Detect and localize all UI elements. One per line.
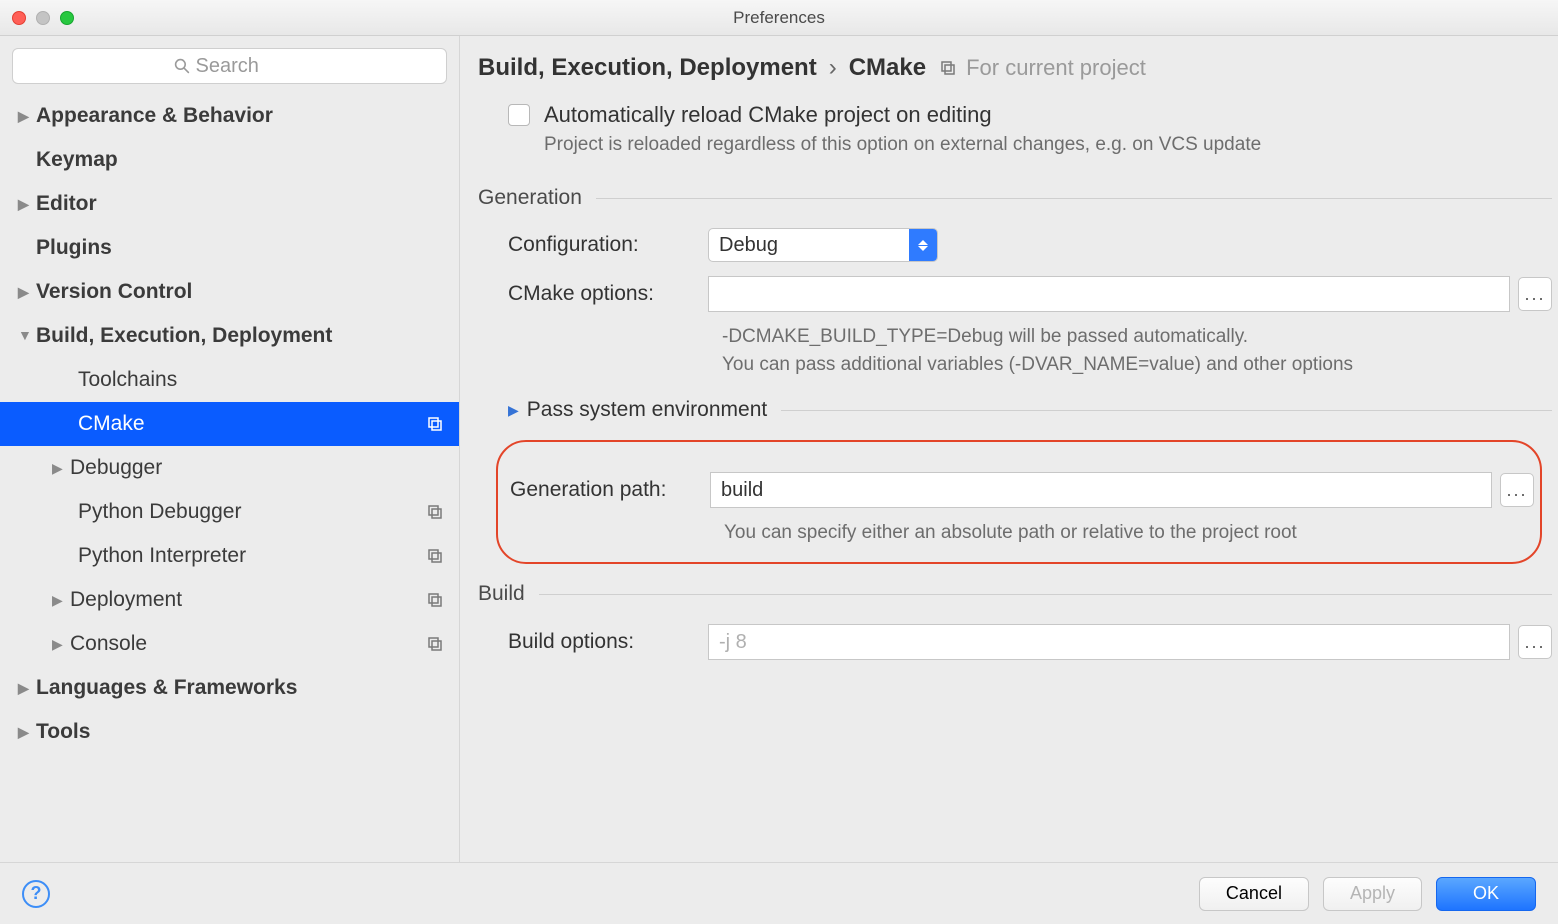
generation-path-label: Generation path: xyxy=(510,478,710,502)
cmake-options-label: CMake options: xyxy=(508,282,708,306)
auto-reload-checkbox[interactable] xyxy=(508,104,530,126)
generation-path-input[interactable] xyxy=(710,472,1492,508)
sidebar-item-label: CMake xyxy=(78,412,425,436)
pass-env-section[interactable]: ▶ Pass system environment xyxy=(478,398,1552,422)
sidebar-item-label: Tools xyxy=(36,720,445,744)
updown-icon xyxy=(909,229,937,261)
project-scope-icon xyxy=(425,590,445,610)
generation-path-highlight: Generation path: ... You can specify eit… xyxy=(496,440,1542,564)
apply-button[interactable]: Apply xyxy=(1323,877,1422,911)
sidebar-item-python-debugger[interactable]: Python Debugger xyxy=(0,490,459,534)
sidebar-item-label: Keymap xyxy=(36,148,445,172)
cmake-options-expand-button[interactable]: ... xyxy=(1518,277,1552,311)
sidebar-item-label: Console xyxy=(70,632,425,656)
sidebar-item-toolchains[interactable]: Toolchains xyxy=(0,358,459,402)
sidebar-item-label: Toolchains xyxy=(78,368,445,392)
configuration-select[interactable]: Debug xyxy=(708,228,938,262)
search-field[interactable] xyxy=(196,55,286,78)
project-scope-icon xyxy=(425,634,445,654)
sidebar: ▶Appearance & Behavior Keymap ▶Editor Pl… xyxy=(0,36,460,862)
sidebar-item-label: Appearance & Behavior xyxy=(36,104,445,128)
sidebar-item-label: Build, Execution, Deployment xyxy=(36,324,445,348)
build-options-input[interactable] xyxy=(708,624,1510,660)
sidebar-item-appearance[interactable]: ▶Appearance & Behavior xyxy=(0,94,459,138)
breadcrumb-current: CMake xyxy=(849,54,926,82)
build-options-label: Build options: xyxy=(508,630,708,654)
sidebar-item-label: Python Interpreter xyxy=(78,544,425,568)
configuration-value: Debug xyxy=(709,234,909,257)
sidebar-item-plugins[interactable]: Plugins xyxy=(0,226,459,270)
configuration-label: Configuration: xyxy=(508,233,708,257)
section-generation: Generation xyxy=(478,186,1552,210)
sidebar-item-label: Debugger xyxy=(70,456,445,480)
sidebar-item-editor[interactable]: ▶Editor xyxy=(0,182,459,226)
cmake-hint-line2: You can pass additional variables (-DVAR… xyxy=(478,354,1552,376)
section-build: Build xyxy=(478,582,1552,606)
cmake-options-input[interactable] xyxy=(708,276,1510,312)
sidebar-item-cmake[interactable]: CMake xyxy=(0,402,459,446)
sidebar-item-label: Deployment xyxy=(70,588,425,612)
section-title: Pass system environment xyxy=(527,398,767,422)
sidebar-item-label: Python Debugger xyxy=(78,500,425,524)
section-title: Generation xyxy=(478,186,582,210)
scope-hint: For current project xyxy=(938,55,1146,81)
footer: ? Cancel Apply OK xyxy=(0,862,1558,924)
scope-hint-text: For current project xyxy=(966,55,1146,81)
sidebar-item-label: Version Control xyxy=(36,280,445,304)
sidebar-item-keymap[interactable]: Keymap xyxy=(0,138,459,182)
sidebar-item-languages-frameworks[interactable]: ▶Languages & Frameworks xyxy=(0,666,459,710)
section-title: Build xyxy=(478,582,525,606)
chevron-right-icon: › xyxy=(829,54,837,82)
cmake-hint-line1: -DCMAKE_BUILD_TYPE=Debug will be passed … xyxy=(478,326,1552,348)
main-panel: Build, Execution, Deployment › CMake For… xyxy=(460,36,1558,862)
cancel-button[interactable]: Cancel xyxy=(1199,877,1309,911)
sidebar-item-deployment[interactable]: ▶Deployment xyxy=(0,578,459,622)
search-input[interactable] xyxy=(12,48,447,84)
project-scope-icon xyxy=(425,502,445,522)
sidebar-item-label: Languages & Frameworks xyxy=(36,676,445,700)
breadcrumb: Build, Execution, Deployment › CMake For… xyxy=(478,54,1552,82)
breadcrumb-parent: Build, Execution, Deployment xyxy=(478,54,817,82)
titlebar: Preferences xyxy=(0,0,1558,36)
sidebar-item-tools[interactable]: ▶Tools xyxy=(0,710,459,754)
search-icon xyxy=(174,58,190,74)
generation-path-hint: You can specify either an absolute path … xyxy=(498,522,1534,544)
sidebar-item-version-control[interactable]: ▶Version Control xyxy=(0,270,459,314)
project-scope-icon xyxy=(425,414,445,434)
triangle-right-icon: ▶ xyxy=(508,402,519,419)
settings-tree: ▶Appearance & Behavior Keymap ▶Editor Pl… xyxy=(0,94,459,754)
build-options-expand-button[interactable]: ... xyxy=(1518,625,1552,659)
project-scope-icon xyxy=(938,58,958,78)
sidebar-item-label: Editor xyxy=(36,192,445,216)
sidebar-item-python-interpreter[interactable]: Python Interpreter xyxy=(0,534,459,578)
project-scope-icon xyxy=(425,546,445,566)
auto-reload-label: Automatically reload CMake project on ed… xyxy=(544,102,992,128)
help-button[interactable]: ? xyxy=(22,880,50,908)
ok-button[interactable]: OK xyxy=(1436,877,1536,911)
sidebar-item-build-execution-deployment[interactable]: ▼Build, Execution, Deployment xyxy=(0,314,459,358)
auto-reload-note: Project is reloaded regardless of this o… xyxy=(478,134,1552,156)
sidebar-item-debugger[interactable]: ▶Debugger xyxy=(0,446,459,490)
sidebar-item-label: Plugins xyxy=(36,236,445,260)
window-title: Preferences xyxy=(0,8,1558,28)
generation-path-browse-button[interactable]: ... xyxy=(1500,473,1534,507)
sidebar-item-console[interactable]: ▶Console xyxy=(0,622,459,666)
